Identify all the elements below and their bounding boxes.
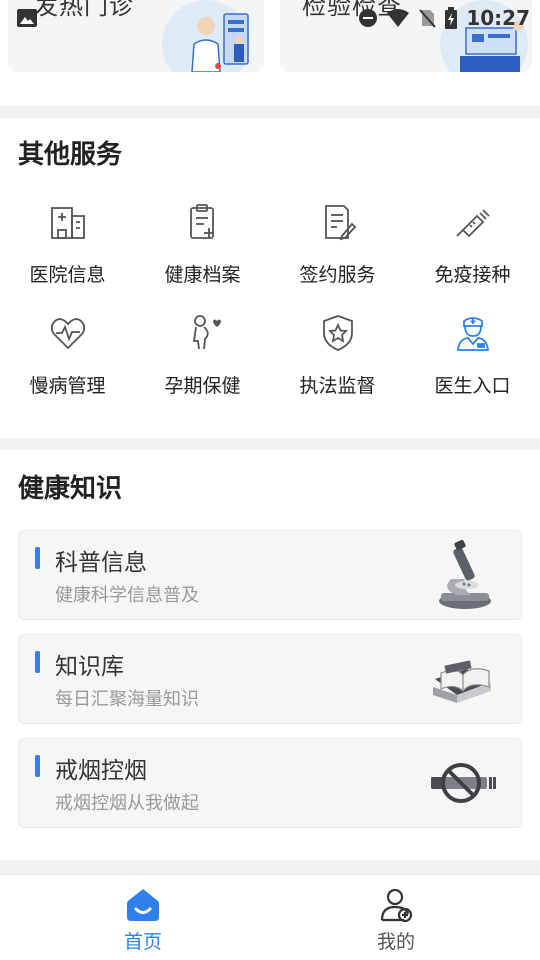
nav-home-label: 首页 xyxy=(123,931,162,953)
user-icon xyxy=(380,888,413,923)
service-contract[interactable]: 签约服务 xyxy=(270,198,405,309)
nav-mine-label: 我的 xyxy=(376,931,415,953)
service-label: 医生入口 xyxy=(434,375,511,397)
top-cards-strip: 发热门诊 检验检查 10:27 xyxy=(0,0,540,106)
knowledge-card-title: 科普信息 xyxy=(55,550,147,576)
no-sim-icon xyxy=(419,9,437,28)
pregnancy-icon xyxy=(192,315,221,350)
health-record-icon xyxy=(189,204,214,239)
knowledge-card-subtitle: 戒烟控烟从我做起 xyxy=(55,793,199,814)
nav-home[interactable]: 首页 xyxy=(73,887,213,954)
other-services-section: 其他服务 医院信息 健康档案 签约服务 免疫接种 慢病管理 孕期保健 执法监督 … xyxy=(0,118,540,438)
microscope-icon xyxy=(439,539,491,609)
home-icon xyxy=(127,889,159,921)
service-label: 执法监督 xyxy=(299,375,376,397)
service-label: 医院信息 xyxy=(29,264,106,286)
bottom-navigation: 首页 我的 xyxy=(0,874,540,960)
service-pregnancy[interactable]: 孕期保健 xyxy=(135,309,270,420)
heart-pulse-icon xyxy=(50,318,85,350)
fever-clinic-title: 发热门诊 xyxy=(34,0,134,20)
service-label: 慢病管理 xyxy=(29,375,106,397)
service-label: 孕期保健 xyxy=(164,375,241,397)
knowledge-card-title: 知识库 xyxy=(55,654,124,680)
wifi-icon xyxy=(387,9,410,27)
service-hospital-info[interactable]: 医院信息 xyxy=(0,198,135,309)
vaccine-icon xyxy=(455,209,490,238)
knowledge-card-subtitle: 每日汇聚海量知识 xyxy=(55,689,199,710)
clock-time: 10:27 xyxy=(466,6,530,30)
knowledge-card-science[interactable]: 科普信息 健康科学信息普及 xyxy=(18,530,522,620)
do-not-disturb-icon xyxy=(359,9,378,27)
service-label: 免疫接种 xyxy=(434,264,511,286)
knowledge-card-subtitle: 健康科学信息普及 xyxy=(55,585,199,606)
health-knowledge-section: 健康知识 科普信息 健康科学信息普及 知识库 每日汇聚海量知识 戒烟控烟 戒烟控… xyxy=(0,450,540,860)
knowledge-card-library[interactable]: 知识库 每日汇聚海量知识 xyxy=(18,634,522,724)
accent-bar xyxy=(35,547,40,569)
service-vaccine[interactable]: 免疫接种 xyxy=(405,198,540,309)
service-health-record[interactable]: 健康档案 xyxy=(135,198,270,309)
status-bar: 10:27 xyxy=(358,6,530,30)
nav-mine[interactable]: 我的 xyxy=(326,887,466,954)
hospital-icon xyxy=(50,207,85,239)
service-law-enforcement[interactable]: 执法监督 xyxy=(270,309,405,420)
section-title-other-services: 其他服务 xyxy=(18,140,123,170)
no-smoking-icon xyxy=(431,763,496,803)
gallery-icon xyxy=(17,9,37,27)
books-icon xyxy=(433,660,491,703)
service-label: 签约服务 xyxy=(299,264,376,286)
fever-clinic-card[interactable]: 发热门诊 xyxy=(8,0,264,72)
accent-bar xyxy=(35,651,40,673)
knowledge-card-no-smoking[interactable]: 戒烟控烟 戒烟控烟从我做起 xyxy=(18,738,522,828)
doctor-icon xyxy=(456,317,489,351)
service-doctor-entry[interactable]: 医生入口 xyxy=(405,309,540,420)
doctor-illustration-icon xyxy=(162,0,250,72)
section-title-health-knowledge: 健康知识 xyxy=(18,474,123,504)
services-grid: 医院信息 健康档案 签约服务 免疫接种 慢病管理 孕期保健 执法监督 医生入口 xyxy=(0,198,540,420)
shield-star-icon xyxy=(322,315,353,351)
contract-icon xyxy=(324,205,356,241)
accent-bar xyxy=(35,755,40,777)
service-label: 健康档案 xyxy=(164,264,241,286)
battery-charging-icon xyxy=(445,7,458,29)
service-chronic-disease[interactable]: 慢病管理 xyxy=(0,309,135,420)
knowledge-card-title: 戒烟控烟 xyxy=(55,758,147,784)
